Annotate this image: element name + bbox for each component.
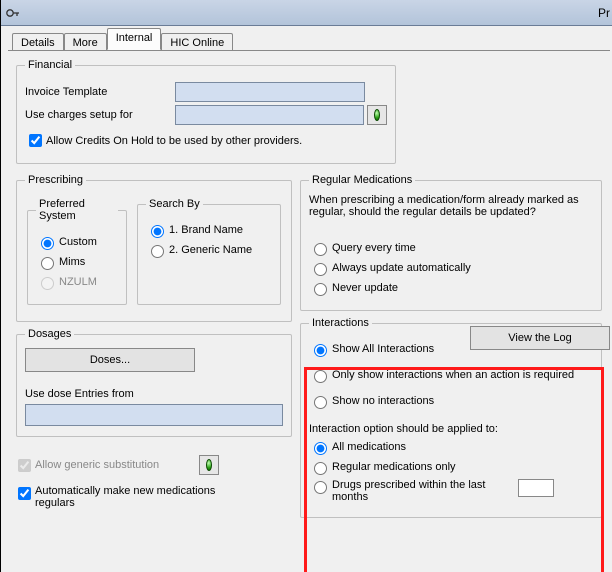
search-by-group: Search By 1. Brand Name 2. Generic Name	[137, 198, 281, 305]
preferred-mims-label: Mims	[59, 256, 85, 268]
ix-action-label: Only show interactions when an action is…	[332, 369, 574, 381]
view-log-button[interactable]: View the Log	[470, 326, 610, 350]
dosages-group: Dosages Doses... Use dose Entries from	[16, 328, 292, 437]
tab-panel-internal: Financial Invoice Template Use charges s…	[8, 50, 610, 572]
dose-entries-input[interactable]	[25, 404, 283, 426]
interactions-legend: Interactions	[309, 317, 372, 329]
tab-internal[interactable]: Internal	[107, 28, 162, 50]
use-charges-label: Use charges setup for	[25, 109, 175, 121]
tab-strip: Details More Internal HIC Online	[12, 28, 610, 50]
lookup-icon	[374, 109, 380, 121]
ixa-regular-radio[interactable]	[314, 462, 327, 475]
search-generic-label: 2. Generic Name	[169, 244, 252, 256]
financial-legend: Financial	[25, 59, 75, 71]
ixa-months-label: Drugs prescribed within the last months	[332, 479, 512, 503]
tab-more[interactable]: More	[64, 33, 107, 51]
search-brand-label: 1. Brand Name	[169, 224, 243, 236]
tab-hic-online[interactable]: HIC Online	[161, 33, 233, 51]
preferred-custom-radio[interactable]	[41, 237, 54, 250]
search-generic-radio[interactable]	[151, 245, 164, 258]
regmed-query-radio[interactable]	[314, 243, 327, 256]
regmed-never-label: Never update	[332, 282, 398, 294]
ixa-months-input[interactable]	[518, 479, 554, 497]
preferred-custom-label: Custom	[59, 236, 97, 248]
ix-show-all-label: Show All Interactions	[332, 343, 434, 355]
ixa-all-label: All medications	[332, 441, 406, 453]
invoice-template-input[interactable]	[175, 82, 365, 102]
regmed-query-label: Query every time	[332, 242, 416, 254]
dose-entries-label: Use dose Entries from	[25, 388, 283, 400]
search-brand-radio[interactable]	[151, 225, 164, 238]
titlebar: Pr	[1, 0, 612, 26]
allow-generic-sub-label: Allow generic substitution	[35, 459, 159, 471]
ix-show-all-radio[interactable]	[314, 344, 327, 357]
preferred-system-legend: Preferred System	[36, 198, 118, 222]
generic-sub-lookup-button[interactable]	[199, 455, 219, 475]
tab-details[interactable]: Details	[12, 33, 64, 51]
dosages-legend: Dosages	[25, 328, 74, 340]
ix-apply-label: Interaction option should be applied to:	[309, 423, 593, 435]
ixa-months-radio[interactable]	[314, 481, 327, 494]
financial-group: Financial Invoice Template Use charges s…	[16, 59, 396, 164]
window-body: Details More Internal HIC Online Financi…	[1, 26, 612, 572]
regular-medications-legend: Regular Medications	[309, 174, 415, 186]
search-by-legend: Search By	[146, 198, 203, 210]
preferred-mims-radio[interactable]	[41, 257, 54, 270]
ixa-regular-label: Regular medications only	[332, 461, 456, 473]
allow-generic-sub-checkbox	[18, 459, 31, 472]
regmed-always-label: Always update automatically	[332, 262, 471, 274]
ix-none-label: Show no interactions	[332, 395, 434, 407]
doses-button[interactable]: Doses...	[25, 348, 195, 372]
auto-regulars-label: Automatically make new medications regul…	[35, 485, 255, 509]
regmed-always-radio[interactable]	[314, 263, 327, 276]
app-window: Pr Details More Internal HIC Online Fina…	[0, 0, 612, 572]
use-charges-lookup-button[interactable]	[367, 105, 387, 125]
preferred-nzulm-radio	[41, 277, 54, 290]
prescribing-group: Prescribing Preferred System Custom Mims…	[16, 174, 292, 322]
window-title: Pr	[598, 6, 610, 20]
ixa-all-radio[interactable]	[314, 442, 327, 455]
key-icon	[5, 5, 21, 21]
lookup-icon	[206, 459, 212, 471]
auto-regulars-checkbox[interactable]	[18, 487, 31, 500]
regmed-never-radio[interactable]	[314, 283, 327, 296]
allow-credits-checkbox[interactable]	[29, 134, 42, 147]
preferred-system-group: Preferred System Custom Mims NZULM	[27, 198, 127, 305]
regular-meds-question: When prescribing a medication/form alrea…	[309, 194, 593, 218]
preferred-nzulm-label: NZULM	[59, 276, 97, 288]
allow-credits-label: Allow Credits On Hold to be used by othe…	[46, 135, 302, 147]
prescribing-legend: Prescribing	[25, 174, 86, 186]
use-charges-input[interactable]	[175, 105, 364, 125]
regular-medications-group: Regular Medications When prescribing a m…	[300, 174, 602, 311]
ix-none-radio[interactable]	[314, 396, 327, 409]
ix-action-radio[interactable]	[314, 370, 327, 383]
invoice-template-label: Invoice Template	[25, 86, 175, 98]
